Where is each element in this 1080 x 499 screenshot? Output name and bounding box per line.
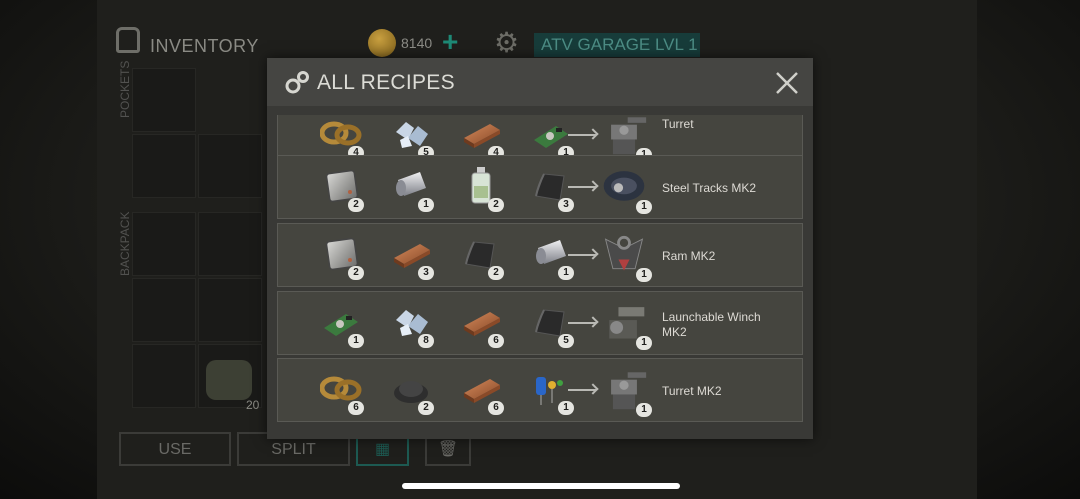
ingredient[interactable]: 2 xyxy=(384,365,434,415)
ingredient[interactable]: 4 xyxy=(454,115,504,160)
pockets-label: POCKETS xyxy=(118,60,132,118)
ingredient-qty: 3 xyxy=(558,198,574,212)
inventory-slot[interactable] xyxy=(132,212,196,276)
ingredient-qty: 2 xyxy=(418,401,434,415)
result-item[interactable]: 1 xyxy=(600,228,652,282)
arrow-icon xyxy=(568,186,596,188)
arrow-icon xyxy=(568,389,596,391)
use-button[interactable]: USE xyxy=(119,432,231,466)
ingredient-qty: 1 xyxy=(418,198,434,212)
result-name: Turret xyxy=(662,117,694,131)
result-qty: 1 xyxy=(636,336,652,350)
result-name: Launchable Winch MK2 xyxy=(662,310,761,339)
ingredient-qty: 3 xyxy=(418,266,434,280)
result-qty: 1 xyxy=(636,200,652,214)
modal-title: ALL RECIPES xyxy=(317,71,455,94)
ingredient[interactable]: 5 xyxy=(384,115,434,160)
backpack-label: BACKPACK xyxy=(118,211,132,276)
recipe-row[interactable]: 2 1 2 3 1 Steel Tracks MK2 xyxy=(277,155,803,219)
ingredient[interactable]: 2 xyxy=(454,230,504,280)
result-item[interactable]: 1 xyxy=(600,160,652,214)
ingredient[interactable]: 1 xyxy=(314,298,364,348)
ingredient[interactable]: 3 xyxy=(524,162,574,212)
inventory-slot[interactable] xyxy=(132,68,196,132)
close-icon[interactable] xyxy=(774,70,800,96)
ingredient[interactable]: 4 xyxy=(314,115,364,160)
ingredient[interactable]: 5 xyxy=(524,298,574,348)
inventory-slot[interactable] xyxy=(198,134,262,198)
add-coins-button[interactable]: + xyxy=(442,26,458,58)
ingredient[interactable]: 3 xyxy=(384,230,434,280)
medkit-count: 20 xyxy=(246,398,260,412)
recipe-row[interactable]: 6 2 6 1 1 Turret MK2 xyxy=(277,358,803,422)
ingredient[interactable]: 6 xyxy=(314,365,364,415)
ingredient[interactable]: 2 xyxy=(454,162,504,212)
arrow-icon xyxy=(568,322,596,324)
result-item[interactable]: 1 xyxy=(600,363,652,417)
ingredient-qty: 8 xyxy=(418,334,434,348)
modal-header: ALL RECIPES xyxy=(267,58,813,106)
recipe-list[interactable]: 45411Turret21231Steel Tracks MK223211Ram… xyxy=(277,115,803,431)
ingredient-qty: 5 xyxy=(558,334,574,348)
ingredient[interactable]: 6 xyxy=(454,298,504,348)
ingredient[interactable]: 8 xyxy=(384,298,434,348)
ingredient[interactable]: 1 xyxy=(524,365,574,415)
ingredient[interactable]: 2 xyxy=(314,162,364,212)
result-name: Turret MK2 xyxy=(662,384,722,398)
recipe-row[interactable]: 1 8 6 5 1 Launchable Winch MK2 xyxy=(277,291,803,355)
all-recipes-modal: ALL RECIPES 45411Turret21231Steel Tracks… xyxy=(267,58,813,439)
gears-icon xyxy=(285,71,309,94)
ingredient[interactable]: 1 xyxy=(524,115,574,160)
ingredient-qty: 2 xyxy=(488,198,504,212)
gear-icon[interactable]: ⚙ xyxy=(494,26,519,59)
result-qty: 1 xyxy=(636,268,652,282)
arrow-icon xyxy=(568,254,596,256)
ingredient-qty: 1 xyxy=(558,401,574,415)
inventory-title: INVENTORY xyxy=(150,36,259,56)
medkit-icon[interactable] xyxy=(206,360,252,400)
result-name: Ram MK2 xyxy=(662,249,716,263)
coin-balance: 8140 xyxy=(401,35,433,51)
result-name: Steel Tracks MK2 xyxy=(662,181,757,195)
ingredient-qty: 1 xyxy=(558,266,574,280)
home-indicator[interactable] xyxy=(402,483,680,489)
ingredient-qty: 2 xyxy=(488,266,504,280)
coin-icon xyxy=(368,29,396,57)
inventory-slot[interactable] xyxy=(132,278,196,342)
ingredient[interactable]: 6 xyxy=(454,365,504,415)
ingredient-qty: 6 xyxy=(348,401,364,415)
ingredient[interactable]: 1 xyxy=(384,162,434,212)
arrow-icon xyxy=(568,134,596,136)
inventory-slot[interactable] xyxy=(132,134,196,198)
inventory-slot[interactable] xyxy=(198,212,262,276)
ingredient-qty: 6 xyxy=(488,334,504,348)
result-item[interactable]: 1 xyxy=(600,296,652,350)
ingredient[interactable]: 2 xyxy=(314,230,364,280)
recipe-row[interactable]: 2 3 2 1 1 Ram MK2 xyxy=(277,223,803,287)
ingredient-qty: 2 xyxy=(348,198,364,212)
garage-level-badge[interactable]: ATV GARAGE LVL 1 xyxy=(534,33,700,57)
result-qty: 1 xyxy=(636,403,652,417)
ingredient-qty: 6 xyxy=(488,401,504,415)
backpack-icon xyxy=(116,27,140,53)
ingredient-qty: 1 xyxy=(348,334,364,348)
ingredient[interactable]: 1 xyxy=(524,230,574,280)
inventory-slot[interactable] xyxy=(198,278,262,342)
inventory-slot[interactable] xyxy=(132,344,196,408)
ingredient-qty: 2 xyxy=(348,266,364,280)
